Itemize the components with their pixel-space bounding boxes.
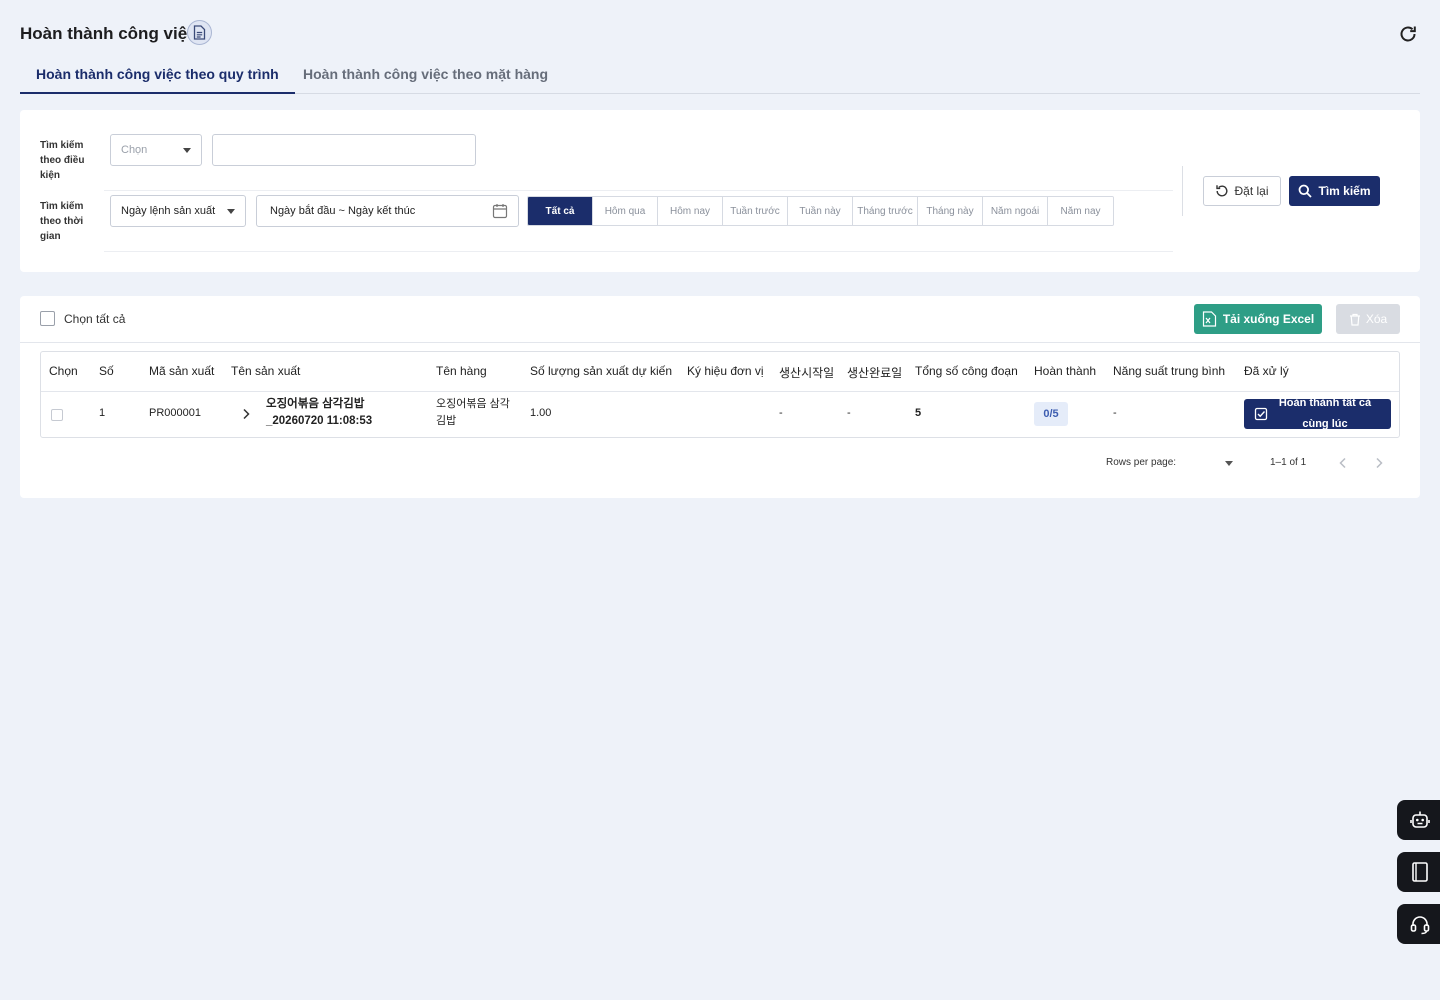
robot-icon: [1410, 811, 1430, 828]
next-page-icon[interactable]: [1370, 454, 1388, 472]
tab-by-process[interactable]: Hoàn thành công việc theo quy trình: [20, 56, 295, 94]
page-header: Hoàn thành công việc: [20, 20, 1420, 48]
previous-page-icon[interactable]: [1334, 454, 1352, 472]
reset-icon: [1216, 185, 1228, 197]
delete-button[interactable]: Xóa: [1336, 304, 1400, 334]
complete-all-button[interactable]: Hoàn thành tất cả cùng lúc: [1244, 399, 1391, 429]
column-header-start-date[interactable]: 생산시작일: [779, 364, 834, 381]
column-header-select[interactable]: Chọn: [49, 364, 78, 378]
guide-book-button[interactable]: [1397, 852, 1440, 892]
complete-all-label: Hoàn thành tất cả cùng lúc: [1270, 399, 1380, 429]
reset-button-label: Đặt lại: [1234, 184, 1269, 198]
row-divider: [104, 251, 1173, 252]
date-field-select[interactable]: Ngày lệnh sản xuất: [110, 195, 246, 227]
column-header-processed[interactable]: Đã xử lý: [1244, 364, 1289, 378]
table-header: Chọn Số Mã sản xuất Tên sản xuất Tên hàn…: [41, 352, 1399, 392]
column-header-completed[interactable]: Hoàn thành: [1034, 364, 1096, 378]
completed-badge[interactable]: 0/5: [1034, 402, 1068, 426]
select-all-checkbox[interactable]: Chọn tất cả: [40, 311, 125, 326]
book-icon: [1412, 862, 1428, 882]
condition-input[interactable]: [212, 134, 476, 166]
select-all-label: Chọn tất cả: [64, 311, 126, 326]
cell-avg-productivity: -: [1113, 407, 1117, 419]
cell-code: PR000001: [149, 407, 201, 419]
headset-icon: [1410, 916, 1430, 935]
date-range-input[interactable]: Ngày bắt đầu ~ Ngày kết thúc: [256, 195, 519, 227]
chevron-down-icon: [227, 208, 235, 214]
date-field-select-value: Ngày lệnh sản xuất: [121, 205, 216, 217]
delete-button-label: Xóa: [1365, 312, 1388, 326]
range-last-week-button[interactable]: Tuần trước: [723, 197, 788, 225]
cell-planned-qty: 1.00: [530, 407, 552, 419]
column-header-avg-productivity[interactable]: Năng suất trung bình: [1113, 364, 1225, 378]
column-header-planned-qty[interactable]: Số lượng sản xuất dự kiến: [530, 364, 672, 378]
search-button[interactable]: Tìm kiếm: [1289, 176, 1380, 206]
time-search-label: Tìm kiếm theo thời gian: [40, 201, 84, 242]
cell-no: 1: [99, 407, 106, 419]
results-table: Chọn Số Mã sản xuất Tên sản xuất Tên hàn…: [40, 351, 1400, 438]
date-range-value: Ngày bắt đầu ~ Ngày kết thúc: [270, 205, 416, 217]
check-square-icon: [1254, 407, 1268, 421]
vertical-separator: [1182, 166, 1183, 216]
download-excel-label: Tải xuống Excel: [1222, 312, 1315, 326]
row-divider: [104, 190, 1173, 191]
rows-per-page-select[interactable]: [1205, 454, 1233, 472]
document-icon[interactable]: [187, 20, 212, 45]
condition-search-label: Tìm kiếm theo điều kiện: [40, 140, 85, 181]
complete-all-label-line: cùng lúc: [1302, 418, 1348, 429]
range-this-week-button[interactable]: Tuần này: [788, 197, 853, 225]
condition-select[interactable]: Chọn: [110, 134, 202, 166]
excel-icon: [1202, 311, 1216, 327]
cell-production-name: 오징어볶음 삼각김밥 _20260720 11:08:53: [266, 396, 372, 430]
cell-end-date: -: [847, 407, 851, 419]
results-panel: Chọn tất cả Tải xuống Excel Xóa Chọn Số …: [20, 296, 1420, 498]
chevron-down-icon: [1225, 460, 1233, 466]
item-name-line: 김밥: [436, 415, 457, 427]
range-this-year-button[interactable]: Năm nay: [1048, 197, 1113, 225]
table-row[interactable]: 1 PR000001 오징어볶음 삼각김밥 _20260720 11:08:53…: [41, 392, 1399, 437]
tab-by-item[interactable]: Hoàn thành công việc theo mặt hàng: [287, 56, 564, 94]
column-header-total-steps[interactable]: Tổng số công đoạn: [915, 364, 1018, 378]
column-header-unit[interactable]: Ký hiệu đơn vị: [687, 364, 764, 378]
column-header-item-name[interactable]: Tên hàng: [436, 364, 487, 378]
production-name-line: _20260720 11:08:53: [266, 415, 373, 427]
cell-item-name: 오징어볶음 삼각 김밥: [436, 396, 510, 430]
tab-bar: Hoàn thành công việc theo quy trình Hoàn…: [20, 56, 1420, 94]
pagination-range: 1–1 of 1: [1270, 457, 1307, 468]
column-header-end-date[interactable]: 생산완료일: [847, 364, 902, 381]
cell-total-steps: 5: [915, 407, 922, 419]
cell-start-date: -: [779, 407, 783, 419]
complete-all-label-line: Hoàn thành tất cả: [1278, 399, 1372, 409]
checkbox[interactable]: [40, 311, 55, 326]
calendar-icon[interactable]: [492, 203, 508, 219]
range-last-year-button[interactable]: Năm ngoái: [983, 197, 1048, 225]
range-last-month-button[interactable]: Tháng trước: [853, 197, 918, 225]
chevron-down-icon: [183, 147, 191, 153]
range-all-button[interactable]: Tất cả: [528, 197, 593, 225]
download-excel-button[interactable]: Tải xuống Excel: [1194, 304, 1322, 334]
search-panel: Tìm kiếm theo điều kiện Chọn Tìm kiếm th…: [20, 110, 1420, 272]
reset-button[interactable]: Đặt lại: [1203, 176, 1281, 206]
range-this-month-button[interactable]: Tháng này: [918, 197, 983, 225]
production-name-line: 오징어볶음 삼각김밥: [266, 398, 365, 410]
chevron-right-icon[interactable]: [239, 407, 253, 421]
column-header-no[interactable]: Số: [99, 364, 114, 378]
trash-icon: [1349, 313, 1360, 326]
page-title: Hoàn thành công việc: [20, 24, 197, 43]
panel-divider: [20, 342, 1420, 343]
condition-select-value: Chọn: [121, 144, 148, 156]
item-name-line: 오징어볶음 삼각: [436, 398, 510, 410]
support-button[interactable]: [1397, 904, 1440, 944]
chatbot-button[interactable]: [1397, 800, 1440, 840]
row-checkbox[interactable]: [51, 409, 63, 421]
range-yesterday-button[interactable]: Hôm qua: [593, 197, 658, 225]
search-icon: [1299, 184, 1313, 198]
search-button-label: Tìm kiếm: [1318, 184, 1371, 198]
column-header-code[interactable]: Mã sản xuất: [149, 364, 214, 378]
quick-range-group: Tất cả Hôm qua Hôm nay Tuần trước Tuần n…: [527, 196, 1114, 226]
rows-per-page-label: Rows per page:: [1106, 457, 1177, 468]
column-header-production-name[interactable]: Tên sản xuất: [231, 364, 300, 378]
range-today-button[interactable]: Hôm nay: [658, 197, 723, 225]
refresh-icon[interactable]: [1396, 22, 1420, 46]
